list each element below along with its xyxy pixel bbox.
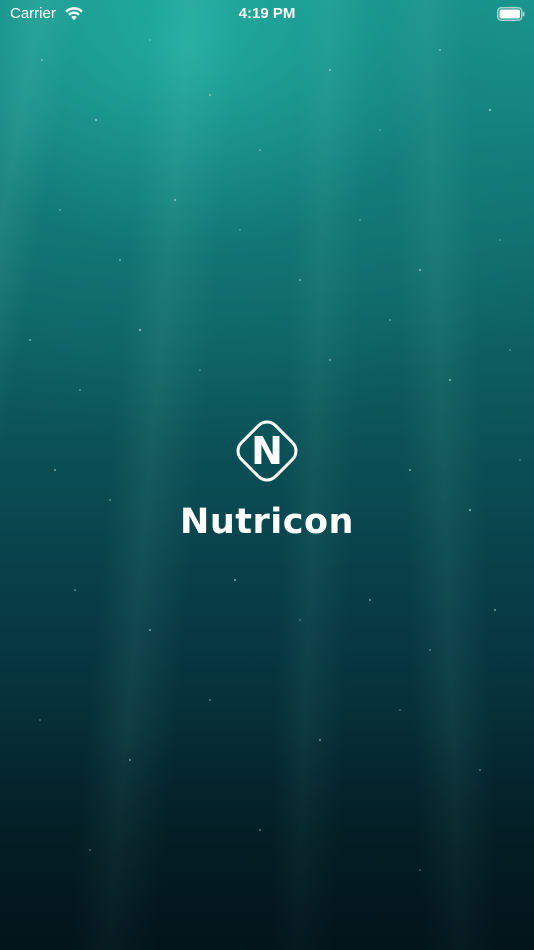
logo-letter: N [251, 429, 283, 473]
battery-full-icon [497, 7, 525, 21]
splash-screen: Carrier 4:19 PM N Nutricon [0, 0, 534, 950]
background-shade [0, 730, 534, 950]
clock-time: 4:19 PM [238, 5, 296, 22]
brand-name: Nutricon [180, 502, 354, 542]
status-bar: Carrier 4:19 PM [0, 0, 534, 28]
nutricon-logo-icon: N [236, 420, 298, 482]
logo-group: N Nutricon [0, 410, 534, 542]
